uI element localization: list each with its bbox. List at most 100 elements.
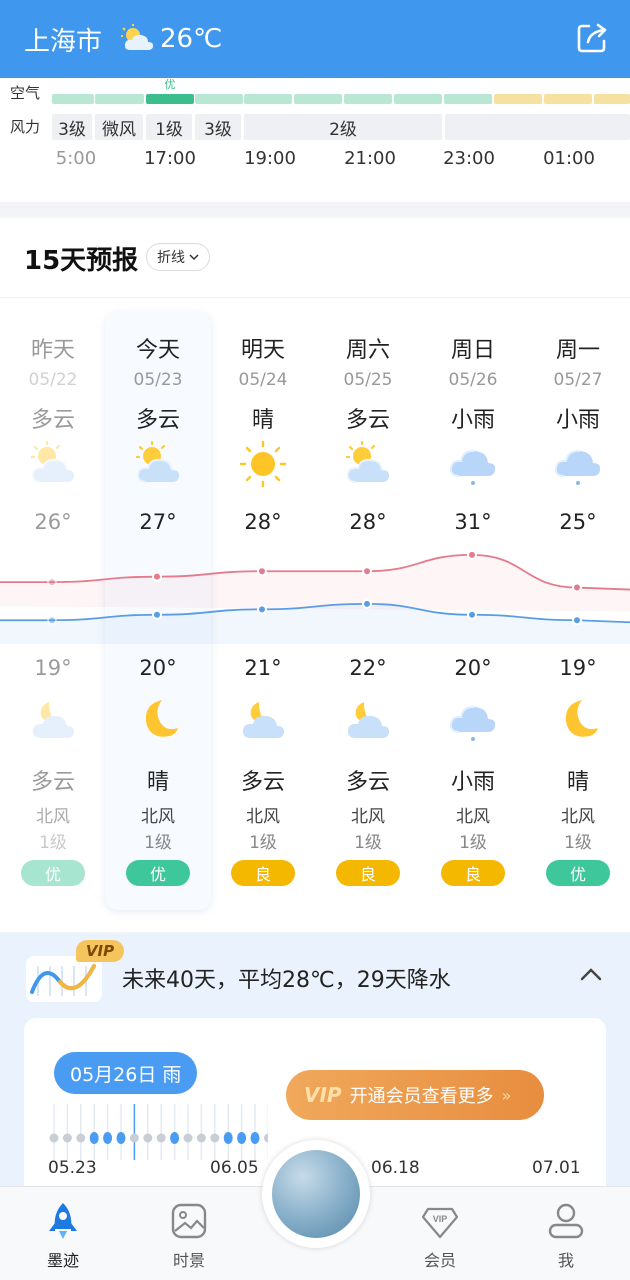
low-temp: 20° xyxy=(454,656,492,680)
light-rain-icon xyxy=(447,440,499,488)
wind-direction: 北风 xyxy=(246,807,280,827)
rocket-icon xyxy=(49,1203,77,1239)
night-condition: 多云 xyxy=(30,770,75,795)
aq-tip: 优 xyxy=(164,78,176,91)
forecast-title: 15天预报 xyxy=(24,246,139,276)
dry-dot xyxy=(210,1133,220,1143)
light-rain-icon xyxy=(447,696,499,744)
timeline-date: 06.05 xyxy=(210,1158,259,1178)
aq-segment xyxy=(244,94,292,104)
hour-label: 19:00 xyxy=(244,148,296,169)
aq-segment xyxy=(594,94,630,104)
dry-dot xyxy=(49,1133,59,1143)
night-condition: 晴 xyxy=(146,770,169,795)
high-temp: 26° xyxy=(34,510,72,534)
hour-label: 5:00 xyxy=(55,148,97,169)
day-name: 周日 xyxy=(450,338,495,363)
nav-label: 会员 xyxy=(423,1251,456,1270)
day-name: 周六 xyxy=(345,338,390,363)
hour-label: 23:00 xyxy=(443,148,495,169)
air-quality-badge: 优 xyxy=(21,860,85,886)
day-date: 05/27 xyxy=(553,370,603,390)
forecast-day-4[interactable]: 周日 05/26 小雨 31° 20° 小雨 北风 1级 良 xyxy=(420,312,526,910)
current-temperature: 26℃ xyxy=(160,24,223,54)
forecast-day-5[interactable]: 周一 05/27 小雨 25° 19° 晴 北风 1级 优 xyxy=(525,312,630,910)
vip-button-label: 开通会员查看更多 xyxy=(349,1086,494,1107)
nav-item-moji[interactable]: 墨迹 xyxy=(8,1187,118,1280)
day-condition: 小雨 xyxy=(450,408,495,433)
wind-level: 1级 xyxy=(459,833,487,853)
dry-dot xyxy=(129,1133,139,1143)
aq-segment xyxy=(95,94,144,104)
air-quality-badge: 优 xyxy=(546,860,610,886)
forty-day-summary: 未来40天，平均28℃，29天降水 xyxy=(122,968,451,993)
partly-cloudy-night-icon xyxy=(237,696,289,744)
svg-text:VIP: VIP xyxy=(433,1214,448,1224)
partly-cloudy-icon xyxy=(121,24,154,50)
day-name: 今天 xyxy=(135,338,180,363)
rain-dot xyxy=(116,1132,126,1144)
forecast-day-1[interactable]: 今天 05/23 多云 27° 20° 晴 北风 1级 优 xyxy=(105,312,211,910)
wind-direction: 北风 xyxy=(141,807,175,827)
toggle-label: 折线 xyxy=(157,250,185,266)
day-date: 05/25 xyxy=(343,370,393,390)
low-temp: 21° xyxy=(244,656,282,680)
aq-row-label: 空气 xyxy=(10,84,41,102)
low-temp: 19° xyxy=(559,656,597,680)
wind-direction: 北风 xyxy=(36,807,70,827)
day-condition: 多云 xyxy=(345,408,390,433)
center-scene-button[interactable] xyxy=(262,1140,370,1248)
day-date: 05/23 xyxy=(133,370,183,390)
rain-dot xyxy=(237,1132,247,1144)
wind-cell: 3级 xyxy=(52,114,92,140)
share-icon[interactable] xyxy=(574,20,610,56)
wind-direction: 北风 xyxy=(456,807,490,827)
day-condition: 小雨 xyxy=(555,408,600,433)
forecast-day-0[interactable]: 昨天 05/22 多云 26° 19° 多云 北风 1级 优 xyxy=(0,312,106,910)
aq-segment xyxy=(146,94,194,104)
low-temp: 20° xyxy=(139,656,177,680)
vip-unlock-button[interactable]: VIP 开通会员查看更多 » xyxy=(286,1070,544,1120)
aq-segment xyxy=(52,94,94,104)
wind-direction: 北风 xyxy=(351,807,385,827)
chart-view-toggle[interactable]: 折线 xyxy=(146,243,210,271)
chevron-up-icon[interactable] xyxy=(578,962,604,988)
nav-item-me[interactable]: 我 xyxy=(511,1187,621,1280)
day-date: 05/26 xyxy=(448,370,498,390)
nav-label: 我 xyxy=(557,1251,574,1270)
nav-item-vip[interactable]: VIP 会员 xyxy=(385,1187,495,1280)
wind-level: 1级 xyxy=(39,833,67,853)
high-temp: 25° xyxy=(559,510,597,534)
aq-segment xyxy=(294,94,342,104)
sky-photo xyxy=(272,1150,360,1238)
forecast-day-2[interactable]: 明天 05/24 晴 28° 21° 多云 北风 1级 良 xyxy=(210,312,316,910)
aq-segment xyxy=(544,94,592,104)
aq-segment xyxy=(394,94,442,104)
vip-logo: VIP xyxy=(304,1083,342,1107)
nav-item-scenes[interactable]: 时景 xyxy=(134,1187,244,1280)
vip-badge: VIP xyxy=(76,940,124,962)
night-condition: 小雨 xyxy=(450,770,495,795)
hourly-forecast[interactable]: 优 空气 风力 3级 微风 1级 3级 2级 5:00 17:00 19:00 … xyxy=(0,78,630,202)
top-bar: 上海市 26℃ xyxy=(0,0,630,78)
partly-cloudy-icon xyxy=(27,440,79,488)
dry-dot xyxy=(62,1133,72,1143)
aq-segment xyxy=(494,94,542,104)
night-condition: 多云 xyxy=(345,770,390,795)
night-condition: 晴 xyxy=(566,770,589,795)
rain-dot xyxy=(250,1132,260,1144)
dry-dot xyxy=(143,1133,153,1143)
aq-segment xyxy=(444,94,492,104)
rain-dots xyxy=(49,1104,268,1160)
wind-level: 1级 xyxy=(354,833,382,853)
wind-row-label: 风力 xyxy=(10,118,41,136)
user-icon xyxy=(548,1203,584,1239)
nav-label: 墨迹 xyxy=(46,1251,79,1270)
aq-segment xyxy=(195,94,243,104)
day-name: 昨天 xyxy=(30,338,75,363)
forecast-day-3[interactable]: 周六 05/25 多云 28° 22° 多云 北风 1级 良 xyxy=(315,312,421,910)
high-temp: 28° xyxy=(244,510,282,534)
wind-level: 1级 xyxy=(249,833,277,853)
air-quality-badge: 良 xyxy=(336,860,400,886)
city-name[interactable]: 上海市 xyxy=(24,21,102,58)
